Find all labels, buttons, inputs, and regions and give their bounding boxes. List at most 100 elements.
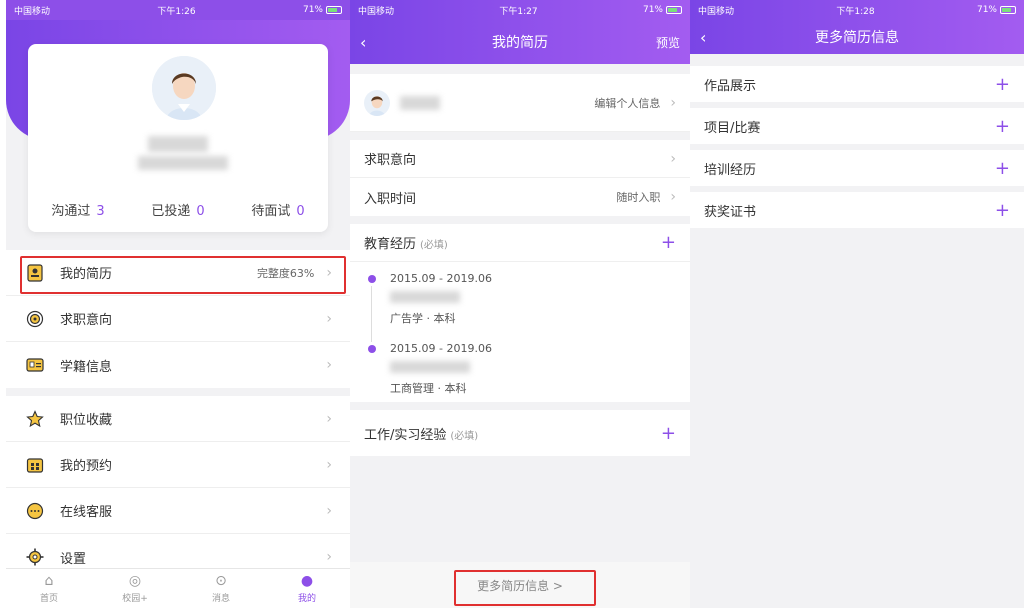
person-icon: ● (300, 573, 314, 589)
name-blurred (400, 95, 440, 110)
battery-group: 71% (303, 5, 342, 15)
menu-label: 职位收藏 (60, 413, 113, 428)
tab-home[interactable]: ⌂ 首页 (6, 569, 92, 608)
section-title: 教育经历 (364, 237, 417, 252)
tab-mine[interactable]: ● 我的 (264, 569, 350, 608)
star-icon (24, 408, 46, 430)
education-item[interactable]: 2015.09 - 2019.06 广告学 · 本科 (350, 262, 690, 342)
more-info-header: 中国移动 下午1:28 71% ‹ 更多简历信息 (690, 0, 1024, 54)
battery-group: 71% (643, 5, 682, 15)
menu-label: 我的预约 (60, 459, 113, 474)
list-item-portfolio[interactable]: 作品展示 + (690, 66, 1024, 102)
menu-item-favorites[interactable]: 职位收藏 › (6, 396, 350, 442)
work-section: 工作/实习经验 (必填) + (350, 410, 690, 456)
school-blurred (390, 361, 470, 373)
required-tag: (必填) (420, 240, 448, 251)
list-item-projects[interactable]: 项目/比赛 + (690, 108, 1024, 144)
battery-icon (666, 6, 682, 14)
time: 下午1:28 (836, 6, 875, 17)
message-icon: ⊙ (215, 573, 227, 589)
personal-info-row[interactable]: 编辑个人信息 › (350, 74, 690, 132)
item-label: 作品展示 (704, 78, 757, 94)
avatar[interactable] (152, 56, 216, 120)
entry-time-row[interactable]: 入职时间 随时入职 › (350, 178, 690, 216)
menu-item-enrollment[interactable]: 学籍信息 › (6, 342, 350, 388)
plus-icon[interactable]: + (995, 200, 1010, 221)
id-card-icon (24, 354, 46, 376)
status-bar: 中国移动 下午1:27 71% (350, 0, 690, 20)
battery-percent: 71% (302, 5, 323, 15)
menu-label: 设置 (60, 551, 87, 567)
chevron-right-icon: › (326, 456, 332, 473)
stat-label: 已投递 (151, 204, 191, 219)
target-icon (24, 308, 46, 330)
add-work-icon[interactable]: + (661, 423, 676, 444)
list-item-awards[interactable]: 获奖证书 + (690, 192, 1024, 228)
more-info-list: 作品展示 + 项目/比赛 + 培训经历 + 获奖证书 + (690, 66, 1024, 228)
item-label: 培训经历 (704, 162, 757, 178)
row-label: 入职时间 (364, 191, 417, 207)
section-title: 工作/实习经验 (364, 427, 447, 443)
stat-applied[interactable]: 已投递 0 (151, 200, 204, 219)
edu-degree: 广告学 · 本科 (390, 312, 456, 325)
chevron-right-icon: › (326, 357, 332, 373)
tab-bar: ⌂ 首页 ◎ 校园+ ⊙ 消息 ● 我的 (6, 568, 350, 608)
battery-icon (1000, 6, 1016, 14)
calendar-icon (24, 454, 46, 476)
edit-profile-link: 编辑个人信息 (594, 96, 661, 110)
chevron-right-icon: › (326, 310, 332, 327)
tab-label: 消息 (211, 594, 230, 604)
stat-contacted[interactable]: 沟通过 3 (51, 200, 104, 219)
item-label: 项目/比赛 (704, 120, 761, 136)
stats-row: 沟通过 3 已投递 0 待面试 0 (28, 200, 328, 219)
tab-messages[interactable]: ⊙ 消息 (178, 569, 264, 608)
preview-button[interactable]: 预览 (640, 34, 680, 51)
school-blurred (138, 156, 228, 170)
add-education-icon[interactable]: + (661, 232, 676, 253)
row-label: 求职意向 (364, 153, 417, 168)
tab-label: 校园+ (122, 594, 148, 604)
battery-group: 71% (977, 5, 1016, 15)
back-icon[interactable]: ‹ (360, 33, 400, 52)
chevron-right-icon: › (670, 150, 676, 167)
chevron-right-icon: › (670, 94, 676, 111)
stat-label: 沟通过 (51, 204, 91, 219)
stat-interview[interactable]: 待面试 0 (251, 200, 304, 219)
edu-degree: 工商管理 · 本科 (390, 382, 467, 395)
page-title: 更多简历信息 (815, 30, 899, 46)
personal-info-section: 编辑个人信息 › (350, 74, 690, 132)
page-title: 我的简历 (492, 35, 548, 51)
name-blurred (148, 136, 208, 152)
menu-item-intent[interactable]: 求职意向 › (6, 296, 350, 342)
gear-icon (24, 546, 46, 568)
carrier: 中国移动 (358, 6, 395, 17)
avatar-icon (368, 95, 386, 116)
carrier: 中国移动 (14, 6, 51, 17)
timeline-dot (368, 275, 376, 283)
menu-item-support[interactable]: 在线客服 › (6, 488, 350, 534)
back-icon[interactable]: ‹ (700, 28, 740, 47)
job-intent-row[interactable]: 求职意向 › (350, 140, 690, 178)
status-bar: 中国移动 下午1:26 71% (6, 0, 350, 20)
profile-screen: 中国移动 下午1:26 71% 沟通过 3 已投递 0 待面试 0 我的简历 完… (6, 0, 350, 608)
item-label: 获奖证书 (704, 204, 757, 220)
edu-date: 2015.09 - 2019.06 (390, 272, 492, 285)
menu-item-appointments[interactable]: 我的预约 › (6, 442, 350, 488)
highlight-box (20, 256, 346, 294)
plus-icon[interactable]: + (995, 158, 1010, 179)
stat-value: 0 (296, 204, 305, 219)
time: 下午1:27 (499, 6, 538, 17)
list-item-training[interactable]: 培训经历 + (690, 150, 1024, 186)
battery-percent: 71% (976, 5, 997, 15)
chat-icon (24, 500, 46, 522)
education-header: 教育经历 (必填) + (350, 224, 690, 262)
stat-value: 0 (196, 204, 205, 219)
plus-icon[interactable]: + (995, 116, 1010, 137)
resume-header: 中国移动 下午1:27 71% ‹ 我的简历 预览 (350, 0, 690, 64)
tab-campus[interactable]: ◎ 校园+ (92, 569, 178, 608)
resume-screen: 中国移动 下午1:27 71% ‹ 我的简历 预览 编辑个人信息 › 求职意向 … (350, 0, 690, 608)
education-item[interactable]: 2015.09 - 2019.06 工商管理 · 本科 (350, 332, 690, 402)
required-tag: (必填) (450, 430, 479, 442)
avatar-small (364, 89, 390, 116)
plus-icon[interactable]: + (995, 74, 1010, 95)
